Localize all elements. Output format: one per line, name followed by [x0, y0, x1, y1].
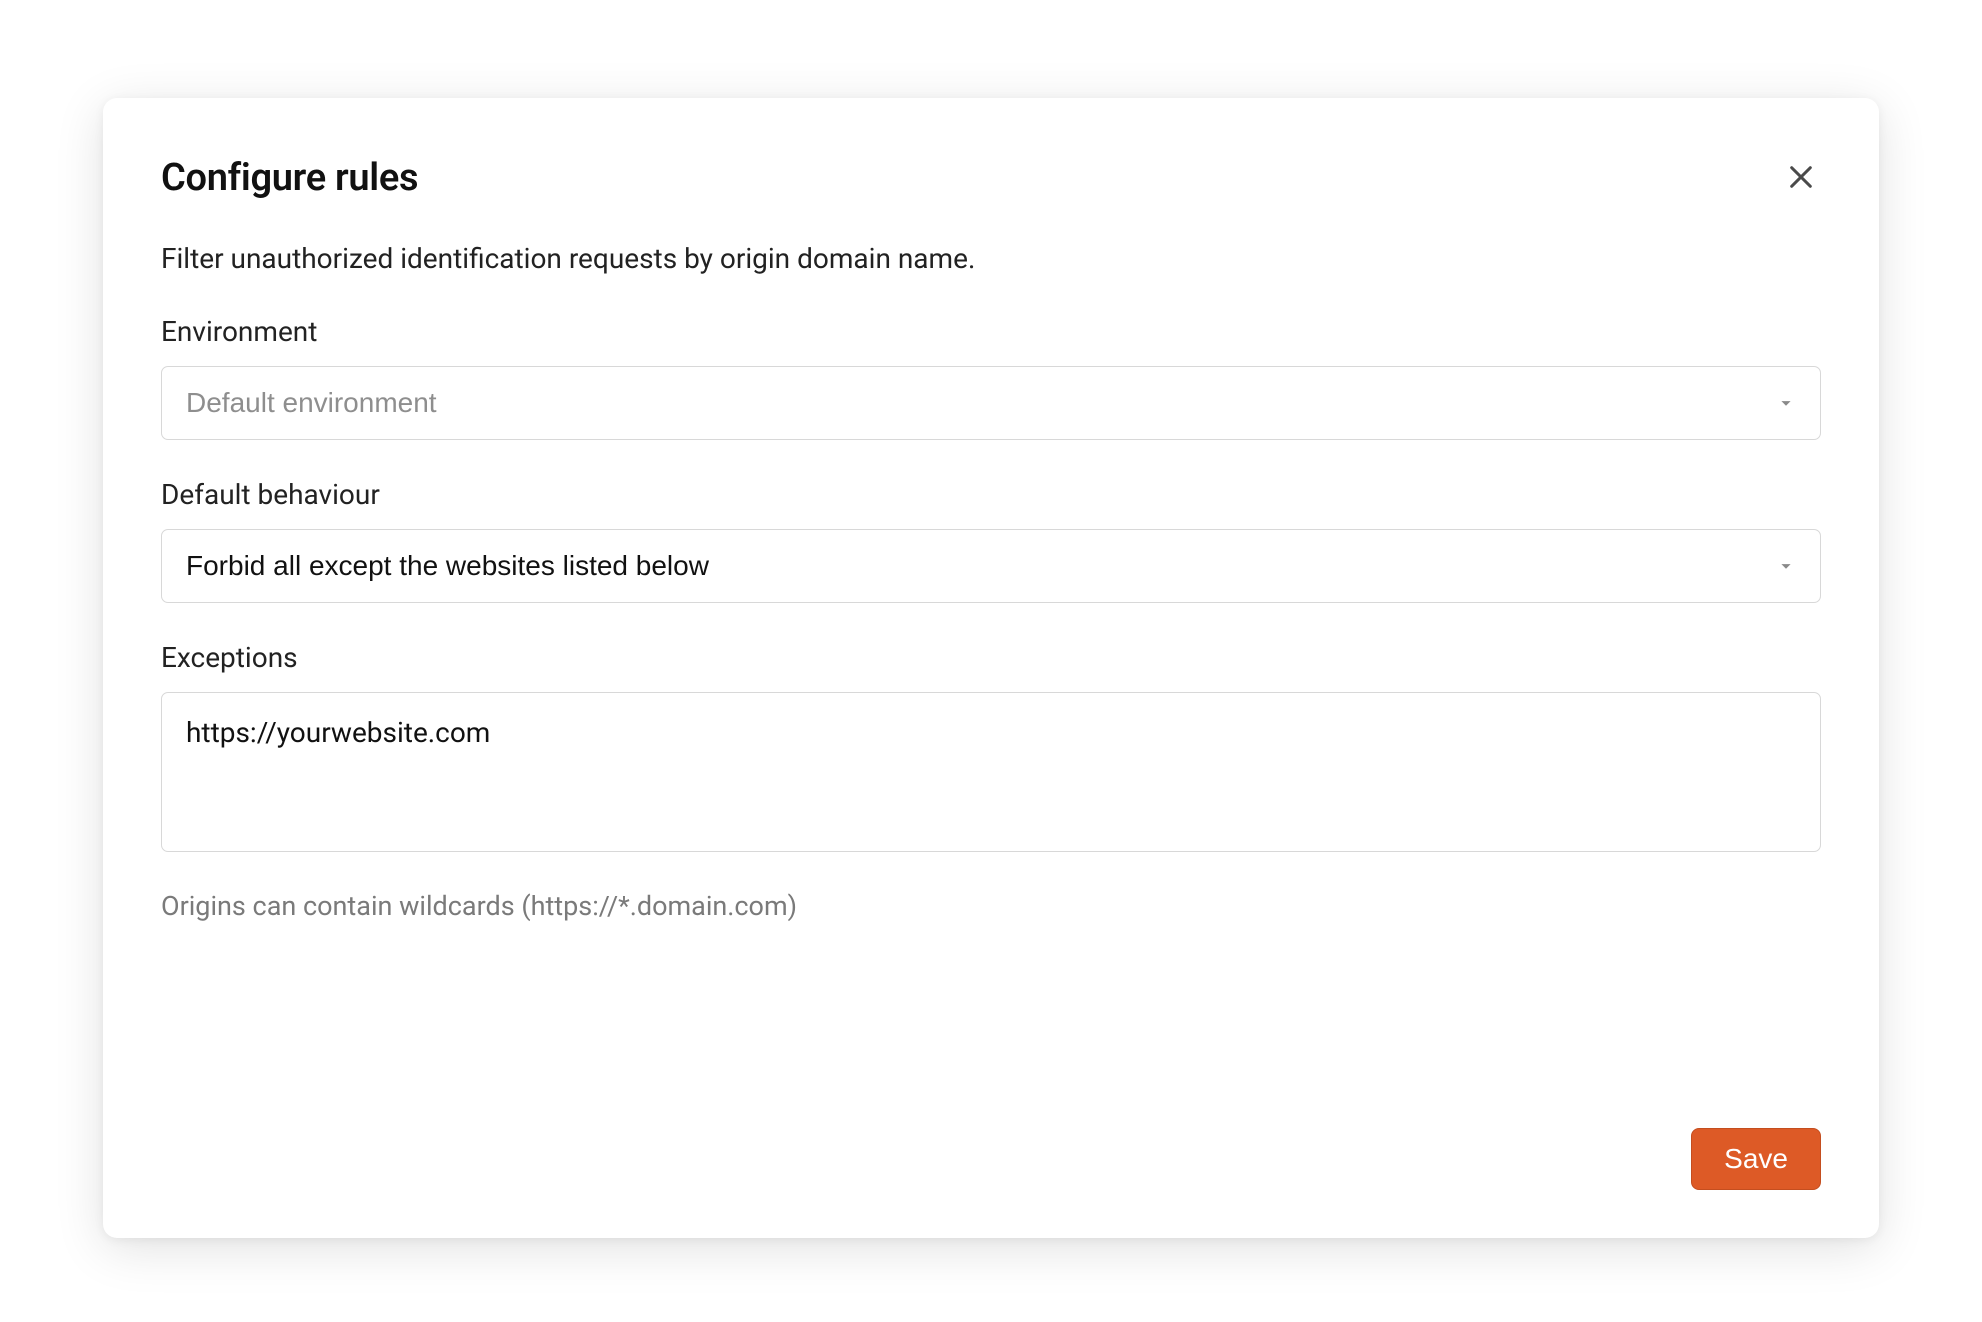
environment-label: Environment — [161, 315, 1821, 348]
behaviour-select-wrapper: Forbid all except the websites listed be… — [161, 529, 1821, 603]
save-button[interactable]: Save — [1691, 1128, 1821, 1190]
environment-select-wrapper: Default environment — [161, 366, 1821, 440]
dialog-footer: Save — [161, 1128, 1821, 1190]
environment-group: Environment Default environment — [161, 315, 1821, 440]
exceptions-group: Exceptions — [161, 641, 1821, 852]
behaviour-select[interactable]: Forbid all except the websites listed be… — [161, 529, 1821, 603]
exceptions-input[interactable] — [161, 692, 1821, 852]
behaviour-group: Default behaviour Forbid all except the … — [161, 478, 1821, 603]
exceptions-label: Exceptions — [161, 641, 1821, 674]
configure-rules-dialog: Configure rules Filter unauthorized iden… — [103, 98, 1879, 1238]
dialog-description: Filter unauthorized identification reque… — [161, 242, 1821, 275]
exceptions-helper: Origins can contain wildcards (https://*… — [161, 890, 1821, 922]
dialog-title: Configure rules — [161, 156, 418, 200]
behaviour-label: Default behaviour — [161, 478, 1821, 511]
close-button[interactable] — [1781, 158, 1821, 198]
environment-select[interactable]: Default environment — [161, 366, 1821, 440]
dialog-header: Configure rules — [161, 156, 1821, 200]
close-icon — [1785, 161, 1817, 196]
